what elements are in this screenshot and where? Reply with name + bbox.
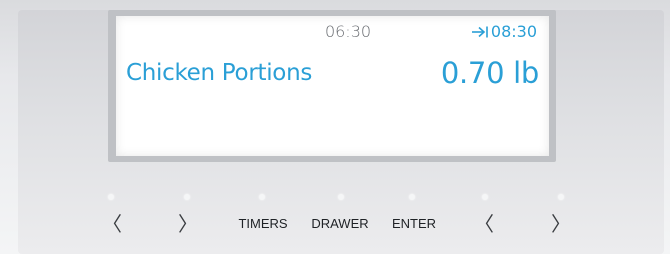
- weight-value: 0.70 lb: [440, 56, 539, 90]
- clock-readout: 06:30: [324, 22, 372, 41]
- drawer-button[interactable]: DRAWER: [304, 212, 376, 236]
- display-screen: 06:30 08:30 Chicken Portions 0.70 lb: [116, 16, 549, 156]
- indicator-dot: [482, 194, 488, 200]
- left-chevron-button[interactable]: 〈: [100, 212, 124, 236]
- appliance-panel: 06:30 08:30 Chicken Portions 0.70 lb 〈 〉…: [0, 0, 670, 254]
- end-time-readout: 08:30: [471, 22, 537, 41]
- enter-button[interactable]: ENTER: [384, 212, 444, 236]
- end-time-value: 08:30: [490, 22, 537, 41]
- indicator-dot: [108, 194, 114, 200]
- right-chevron-button[interactable]: 〉: [176, 212, 200, 236]
- left-chevron-button-2[interactable]: 〈: [472, 212, 496, 236]
- indicator-dot: [184, 194, 190, 200]
- indicator-dot: [558, 194, 564, 200]
- arrow-to-bar-icon: [471, 26, 488, 37]
- indicator-dot: [259, 194, 265, 200]
- food-name-label: Chicken Portions: [126, 60, 313, 86]
- timers-button[interactable]: TIMERS: [230, 212, 296, 236]
- right-chevron-button-2[interactable]: 〉: [549, 212, 573, 236]
- indicator-dot: [409, 194, 415, 200]
- indicator-dot: [338, 194, 344, 200]
